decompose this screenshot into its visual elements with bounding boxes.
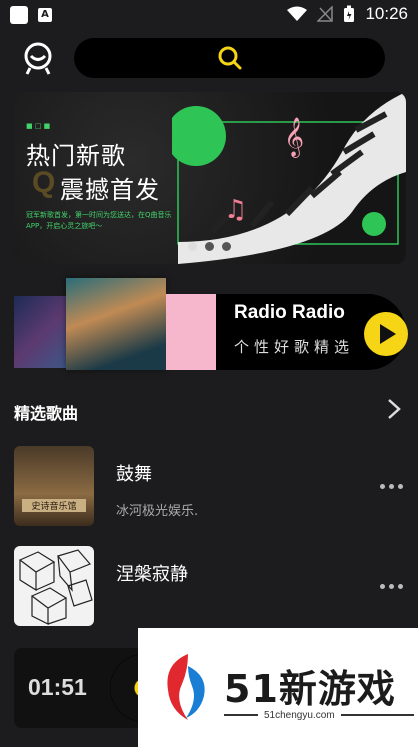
promo-banner[interactable]: ■ □ ■ 热门新歌 Q 震撼首发 冠军新歌首发，第一时间为您送达，在Q曲音乐A…: [14, 92, 406, 264]
cubes-illustration: [18, 549, 93, 625]
carousel-dot[interactable]: [222, 242, 231, 251]
signal-icon: [317, 6, 334, 22]
song-more-button[interactable]: [380, 584, 403, 589]
mini-player[interactable]: 01:51: [14, 648, 154, 728]
search-icon: [218, 46, 241, 70]
carousel-dot[interactable]: [205, 242, 214, 251]
radio-cover-art: [166, 294, 216, 370]
song-list-item[interactable]: 涅槃寂静: [14, 546, 406, 626]
watermark-title: 51新游戏: [224, 667, 396, 711]
radio-title: Radio Radio: [234, 302, 345, 323]
section-more-button[interactable]: [386, 397, 402, 421]
smiley-icon: [24, 42, 52, 75]
carousel-dot[interactable]: [188, 242, 197, 251]
header: [0, 36, 418, 80]
carousel-dots[interactable]: [188, 242, 231, 251]
watermark-url: 51chengyu.com: [258, 710, 341, 721]
search-bar[interactable]: [74, 38, 385, 78]
status-bar: A 10:26: [0, 0, 418, 30]
radio-card[interactable]: Radio Radio 个性好歌精选: [14, 278, 408, 372]
profile-button[interactable]: [20, 40, 56, 76]
svg-text:♫: ♫: [224, 195, 247, 225]
battery-icon: [344, 5, 355, 22]
wifi-icon: [287, 6, 308, 21]
radio-cover-art: [66, 278, 166, 370]
watermark-logo: [167, 654, 205, 720]
player-time: 01:51: [28, 674, 87, 700]
song-cover: [14, 546, 94, 626]
section-title: 精选歌曲: [14, 404, 79, 423]
piano-keys-illustration: 𝄞 ♫: [172, 92, 406, 264]
radio-subtitle: 个性好歌精选: [234, 338, 355, 356]
song-list-item[interactable]: 史诗音乐馆 鼓舞 冰河极光娱乐.: [14, 446, 406, 526]
banner-title-line2: 震撼首发: [60, 176, 160, 204]
banner-tag: ■ □ ■: [26, 122, 51, 130]
chevron-right-icon: [388, 399, 401, 419]
song-cover: 史诗音乐馆: [14, 446, 94, 526]
play-icon: [380, 324, 396, 344]
a-icon: A: [38, 8, 52, 22]
song-more-button[interactable]: [380, 484, 403, 489]
song-title: 鼓舞: [116, 464, 152, 485]
song-artist: 冰河极光娱乐.: [116, 504, 199, 519]
status-time: 10:26: [365, 4, 408, 23]
song-title: 涅槃寂静: [116, 564, 188, 585]
song-cover-label: 史诗音乐馆: [22, 499, 86, 512]
svg-text:𝄞: 𝄞: [284, 117, 304, 158]
banner-q-logo: Q: [32, 166, 56, 199]
square-icon: [10, 6, 28, 24]
banner-description: 冠军新歌首发，第一时间为您送达，在Q曲音乐APP，开启心灵之旅吧～: [26, 211, 172, 230]
radio-cover-art: [14, 296, 74, 368]
watermark-overlay: 51新游戏 51chengyu.com: [138, 628, 418, 747]
radio-play-button[interactable]: [364, 312, 408, 356]
